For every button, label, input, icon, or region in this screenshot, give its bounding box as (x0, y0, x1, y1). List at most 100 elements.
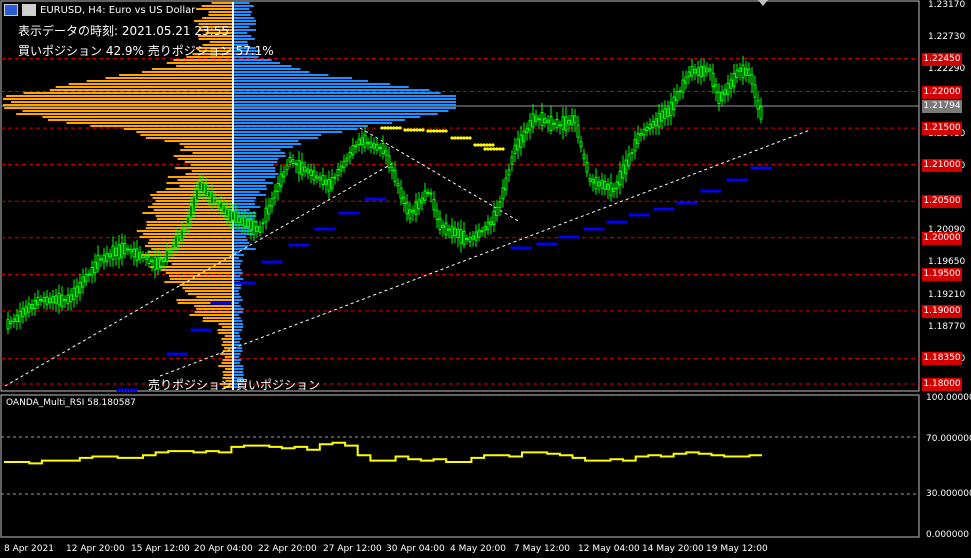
candle-body (117, 244, 121, 260)
candle-body (333, 176, 337, 179)
sell-profile-bar (42, 116, 234, 118)
blue-signal-dot (169, 352, 173, 356)
blue-signal-dot (706, 189, 710, 193)
blue-signal-dot (646, 213, 650, 217)
candle-body (714, 84, 718, 93)
candle-body (213, 198, 217, 203)
time-tick-label: 27 Apr 12:00 (323, 544, 382, 554)
blue-signal-dot (314, 227, 318, 231)
blue-signal-dot (267, 260, 271, 264)
candle-body (621, 164, 625, 179)
blue-signal-dot (364, 197, 368, 201)
candle-body (12, 318, 16, 322)
candle-body (426, 191, 430, 194)
candle-body (675, 91, 679, 101)
candle-body (396, 182, 400, 187)
chart-window-icon[interactable] (4, 4, 18, 16)
buy-profile-bar (234, 353, 241, 355)
candle-body (672, 96, 676, 111)
sell-profile-bar (151, 248, 233, 250)
candle-body (258, 226, 262, 233)
candle-body (573, 115, 577, 124)
candle-body (291, 159, 295, 164)
candle-body (9, 320, 13, 325)
sell-profile-bar (224, 368, 233, 370)
candle-body (591, 178, 595, 184)
candle-body (69, 294, 73, 303)
sell-profile-bar (211, 2, 233, 4)
buy-profile-bar (234, 305, 241, 307)
sell-profile-bar (173, 155, 233, 157)
level-price-tag: 1.19500 (922, 268, 962, 282)
buy-profile-bar (234, 23, 256, 25)
candle-body (543, 118, 547, 123)
buy-profile-bar (234, 173, 279, 175)
candle-body (660, 110, 664, 122)
blue-signal-dot (536, 242, 540, 246)
sell-profile-bar (222, 326, 233, 328)
blue-signal-dot (528, 246, 532, 250)
blue-signal-dot (551, 242, 555, 246)
candle-body (645, 126, 649, 132)
sell-profile-bar (220, 353, 233, 355)
candle-body (84, 274, 88, 283)
blue-signal-dot (370, 197, 374, 201)
sell-profile-bar (222, 359, 233, 361)
data-time-label: 表示データの時刻: 2021.05.21 23:55 (18, 24, 229, 38)
candle-body (108, 253, 112, 258)
candle-body (606, 183, 610, 190)
blue-signal-dot (181, 352, 185, 356)
candle-body (666, 107, 670, 117)
sell-profile-bar (208, 14, 233, 16)
time-tick-label: 8 Apr 2021 (4, 544, 54, 554)
blue-signal-dot (703, 189, 707, 193)
blue-signal-dot (172, 352, 176, 356)
yellow-signal-dot (501, 147, 505, 151)
yellow-signal-dot (389, 126, 393, 130)
chart-properties-icon[interactable] (22, 4, 36, 16)
current-price-tag: 1.21794 (922, 100, 962, 113)
yellow-signal-dot (465, 136, 469, 140)
sell-profile-bar (176, 65, 233, 67)
buy-profile-bar (234, 236, 247, 238)
sell-profile-bar (196, 308, 233, 310)
buy-profile-bar (234, 71, 310, 73)
sell-profile-bar (185, 173, 233, 175)
buy-profile-bar (234, 2, 250, 4)
candle-body (615, 181, 619, 189)
yellow-signal-dot (441, 129, 445, 133)
candle-body (390, 166, 394, 171)
chart-canvas[interactable] (0, 0, 971, 558)
sell-profile-bar (146, 224, 233, 226)
sell-profile-bar (217, 329, 233, 331)
candle-body (66, 294, 70, 305)
buy-profile-bar (234, 275, 241, 277)
candle-body (366, 141, 370, 145)
candle-body (537, 118, 541, 121)
buy-profile-bar (234, 290, 239, 292)
candle-body (600, 179, 604, 189)
position-ratio-label: 買いポジション 42.9% 売りポジション 57.1% (18, 44, 274, 58)
buy-profile-bar (234, 35, 252, 37)
candle-body (150, 260, 154, 263)
blue-signal-dot (276, 260, 280, 264)
buy-profile-bar (234, 317, 241, 319)
buy-profile-bar (234, 116, 421, 118)
candle-body (318, 176, 322, 181)
candle-body (201, 182, 205, 193)
candle-body (504, 177, 508, 191)
blue-signal-dot (554, 242, 558, 246)
candle-body (54, 295, 58, 304)
yellow-signal-dot (409, 128, 413, 132)
blue-signal-dot (726, 178, 730, 182)
candle-body (321, 174, 325, 186)
blue-signal-dot (653, 207, 657, 211)
buy-profile-bar (234, 242, 250, 244)
blue-signal-dot (589, 227, 593, 231)
buy-profile-bar (234, 185, 267, 187)
sell-profile-bar (224, 335, 233, 337)
sell-profile-bar (180, 149, 233, 151)
yellow-signal-dot (386, 126, 390, 130)
buy-profile-bar (234, 83, 391, 85)
blue-signal-dot (297, 243, 301, 247)
